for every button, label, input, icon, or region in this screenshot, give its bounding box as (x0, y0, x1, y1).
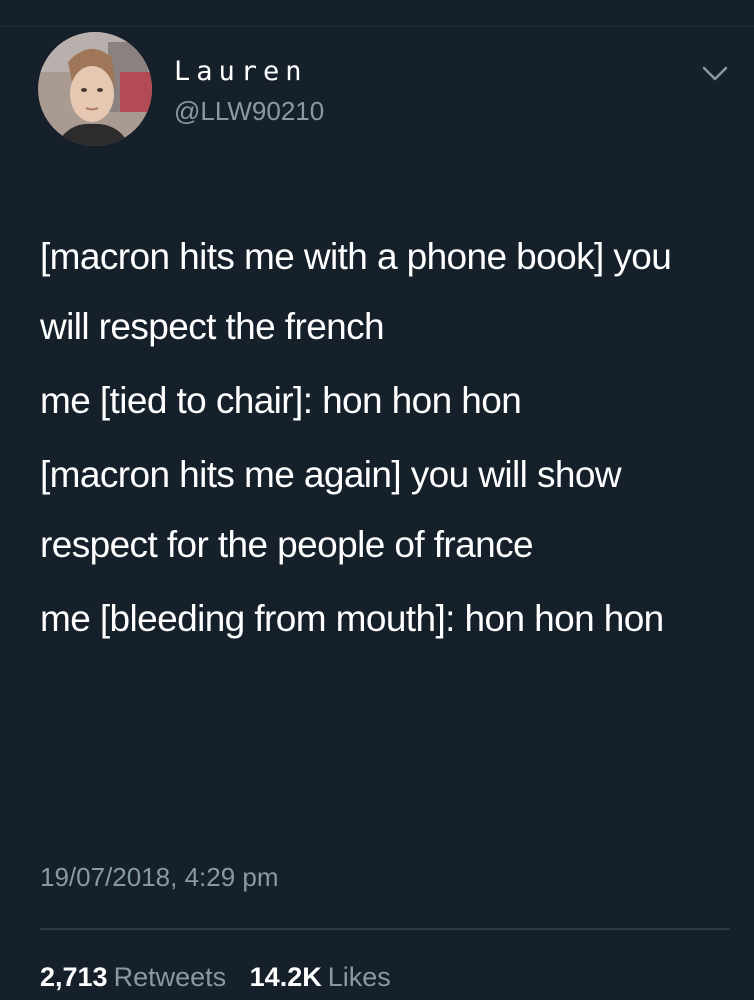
retweets-label: Retweets (113, 962, 227, 992)
likes-count: 14.2K (249, 962, 322, 992)
likes-stat[interactable]: 14.2K Likes (250, 962, 391, 993)
author-handle[interactable]: @LLW90210 (174, 96, 324, 127)
tweet-paragraph: me [tied to chair]: hon hon hon (40, 380, 522, 421)
avatar[interactable] (38, 32, 152, 146)
tweet-stats: 2,713 Retweets 14.2K Likes (40, 962, 407, 993)
author-display-name[interactable]: Lauren (174, 56, 308, 87)
likes-label: Likes (327, 962, 391, 992)
retweets-stat[interactable]: 2,713 Retweets (40, 962, 226, 993)
avatar-photo (38, 32, 152, 146)
tweet-text: [macron hits me with a phone book] you w… (40, 222, 720, 658)
retweets-count: 2,713 (40, 962, 108, 992)
chevron-down-icon[interactable] (698, 62, 732, 86)
tweet-timestamp[interactable]: 19/07/2018, 4:29 pm (40, 862, 279, 893)
top-divider (0, 26, 754, 27)
tweet-paragraph: [macron hits me with a phone book] you w… (40, 236, 672, 347)
tweet-paragraph: me [bleeding from mouth]: hon hon hon (40, 598, 664, 639)
tweet-paragraph: [macron hits me again] you will show res… (40, 454, 622, 565)
stats-divider (40, 928, 730, 930)
